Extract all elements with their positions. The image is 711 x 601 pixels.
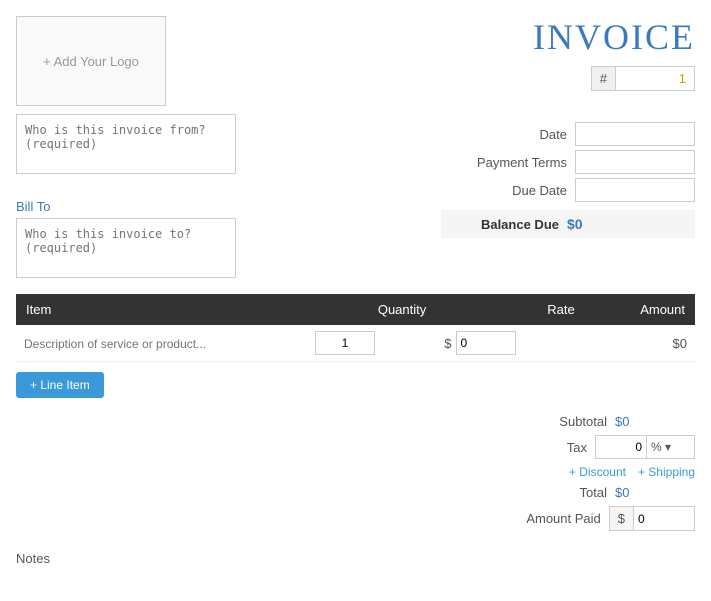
tax-input-group: % ▾ <box>595 435 695 459</box>
subtotal-label: Subtotal <box>487 414 607 429</box>
add-shipping-link[interactable]: + Shipping <box>638 465 695 479</box>
logo-upload-area[interactable]: + Add Your Logo <box>16 16 166 106</box>
from-input[interactable] <box>16 114 236 174</box>
due-date-input[interactable] <box>575 178 695 202</box>
line-items-table: Item Quantity Rate Amount $ $0 <box>16 294 695 362</box>
totals-section: Subtotal $0 Tax % ▾ + Discount + Shippin… <box>16 414 695 531</box>
discount-shipping-row: + Discount + Shipping <box>16 465 695 479</box>
tax-percent-dropdown[interactable]: % ▾ <box>646 436 675 458</box>
quantity-input[interactable] <box>315 331 375 355</box>
add-logo-label: + Add Your Logo <box>43 54 139 69</box>
amount-paid-dollar-sign: $ <box>610 507 634 530</box>
amount-paid-group: $ <box>609 506 695 531</box>
bill-to-input[interactable] <box>16 218 236 278</box>
balance-due-value: $0 <box>567 216 687 232</box>
rate-input[interactable] <box>456 331 516 355</box>
payment-terms-input[interactable] <box>575 150 695 174</box>
rate-dollar-sign: $ <box>444 336 451 351</box>
invoice-hash-symbol: # <box>591 66 615 91</box>
balance-due-label: Balance Due <box>449 217 559 232</box>
date-label: Date <box>457 127 567 142</box>
invoice-title: INVOICE <box>533 16 695 58</box>
date-input[interactable] <box>575 122 695 146</box>
add-discount-link[interactable]: + Discount <box>569 465 626 479</box>
invoice-number-input[interactable] <box>615 66 695 91</box>
amount-cell: $0 <box>585 325 695 362</box>
col-item: Item <box>16 294 307 325</box>
notes-label: Notes <box>16 551 695 566</box>
subtotal-value: $0 <box>615 414 695 429</box>
tax-value-input[interactable] <box>596 436 646 458</box>
add-line-item-button[interactable]: + Line Item <box>16 372 104 398</box>
tax-label: Tax <box>467 440 587 455</box>
total-value: $0 <box>615 485 695 500</box>
item-description-input[interactable] <box>24 337 299 351</box>
col-rate: Rate <box>436 294 584 325</box>
col-quantity: Quantity <box>307 294 436 325</box>
total-label: Total <box>487 485 607 500</box>
bill-to-label: Bill To <box>16 199 236 214</box>
table-row: $ $0 <box>16 325 695 362</box>
col-amount: Amount <box>585 294 695 325</box>
amount-paid-label: Amount Paid <box>481 511 601 526</box>
due-date-label: Due Date <box>457 183 567 198</box>
payment-terms-label: Payment Terms <box>457 155 567 170</box>
amount-paid-input[interactable] <box>634 508 694 530</box>
